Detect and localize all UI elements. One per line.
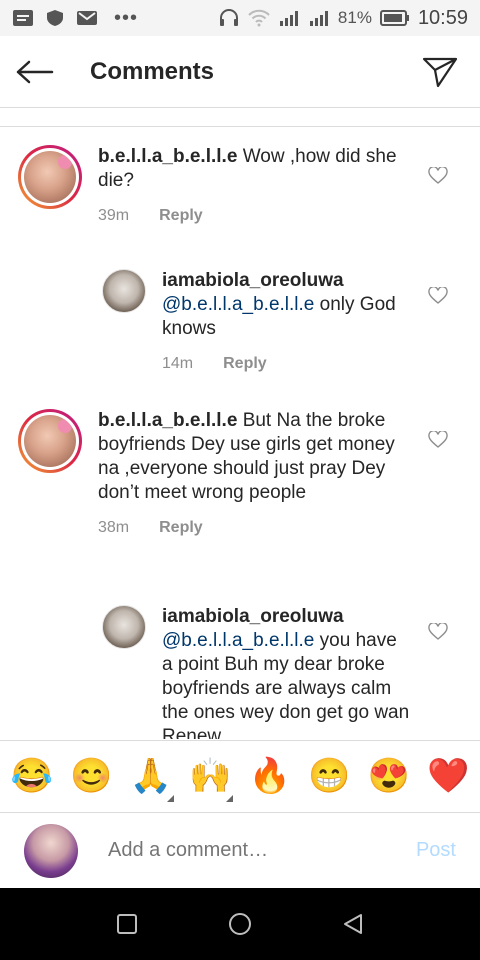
post-button[interactable]: Post: [416, 839, 456, 862]
comment-time: 39m: [98, 207, 130, 224]
signal-icon-1: [279, 11, 298, 26]
clock: 10:59: [417, 6, 468, 29]
app-header: Comments: [0, 36, 480, 108]
emoji-heart-eyes-button[interactable]: 😍: [364, 756, 414, 796]
comment-meta: 39m Reply: [98, 207, 398, 225]
back-arrow-icon: [16, 60, 54, 83]
home-button[interactable]: [220, 904, 260, 944]
comment-body: iamabiola_oreoluwa @b.e.l.l.a_b.e.l.l.e …: [162, 605, 412, 739]
system-nav-bar: [0, 888, 480, 960]
skin-tone-indicator: [226, 794, 234, 802]
comment-meta: 38m Reply: [98, 519, 403, 537]
battery-icon: [379, 10, 409, 26]
comment-username[interactable]: b.e.l.l.a_b.e.l.l.e: [98, 410, 237, 431]
comment-text: iamabiola_oreoluwa @b.e.l.l.a_b.e.l.l.e …: [162, 269, 412, 341]
more-notifications-icon: •••: [114, 6, 139, 29]
square-icon: [116, 914, 137, 934]
comment-composer: Post: [0, 812, 480, 888]
message-icon: [13, 10, 33, 26]
gmail-icon: [77, 11, 97, 25]
triangle-back-icon: [344, 914, 363, 934]
circle-icon: [228, 913, 251, 935]
back-button[interactable]: [0, 36, 70, 108]
wifi-icon: [248, 9, 270, 27]
comment-body: b.e.l.l.a_b.e.l.l.e But Na the broke boy…: [98, 409, 403, 537]
avatar[interactable]: [18, 409, 82, 473]
like-heart-icon[interactable]: [428, 287, 448, 305]
comment-body: b.e.l.l.a_b.e.l.l.e Wow ,how did she die…: [98, 145, 398, 225]
emoji-heart-button[interactable]: ❤️: [423, 756, 473, 796]
comment-mention[interactable]: @b.e.l.l.a_b.e.l.l.e: [162, 630, 314, 651]
emoji-pray-glyph: 🙏: [129, 756, 172, 795]
comment-username[interactable]: iamabiola_oreoluwa: [162, 270, 344, 291]
reply-button[interactable]: Reply: [223, 355, 267, 373]
emoji-raised-hands-glyph: 🙌: [189, 756, 232, 795]
comment-text: b.e.l.l.a_b.e.l.l.e But Na the broke boy…: [98, 409, 403, 505]
recents-button[interactable]: [107, 904, 147, 944]
page-title: Comments: [90, 57, 215, 85]
comment-input[interactable]: [108, 839, 398, 862]
like-heart-icon[interactable]: [428, 167, 448, 185]
emoji-grin-button[interactable]: 😁: [304, 756, 354, 796]
emoji-pray-button[interactable]: 🙏: [126, 756, 176, 802]
paper-plane-icon: [422, 57, 458, 88]
comment-text: b.e.l.l.a_b.e.l.l.e Wow ,how did she die…: [98, 145, 398, 193]
reply-comment-item: iamabiola_oreoluwa @b.e.l.l.a_b.e.l.l.e …: [102, 269, 432, 373]
battery-percentage: 81%: [337, 8, 372, 27]
comment-mention[interactable]: @b.e.l.l.a_b.e.l.l.e: [162, 294, 314, 315]
comment-username[interactable]: iamabiola_oreoluwa: [162, 606, 344, 627]
comment-meta: 14m Reply: [162, 355, 412, 373]
comment-item: b.e.l.l.a_b.e.l.l.e But Na the broke boy…: [18, 409, 438, 537]
comment-text: iamabiola_oreoluwa @b.e.l.l.a_b.e.l.l.e …: [162, 605, 412, 739]
share-button[interactable]: [418, 50, 462, 94]
reply-button[interactable]: Reply: [159, 207, 203, 225]
headphones-icon: [219, 9, 238, 26]
reply-comment-item: iamabiola_oreoluwa @b.e.l.l.a_b.e.l.l.e …: [102, 605, 432, 739]
status-bar: ••• 81% 10:59: [0, 0, 480, 36]
emoji-quick-bar: 😂 😊 🙏 🙌 🔥 😁 😍 ❤️: [0, 740, 480, 810]
comment-item: b.e.l.l.a_b.e.l.l.e Wow ,how did she die…: [18, 145, 438, 225]
comment-body: iamabiola_oreoluwa @b.e.l.l.a_b.e.l.l.e …: [162, 269, 412, 373]
emoji-fire-button[interactable]: 🔥: [245, 756, 295, 796]
reply-button[interactable]: Reply: [159, 519, 203, 537]
like-heart-icon[interactable]: [428, 431, 448, 449]
emoji-smile-button[interactable]: 😊: [66, 756, 116, 796]
avatar[interactable]: [102, 605, 146, 649]
system-back-button[interactable]: [333, 904, 373, 944]
comments-list[interactable]: b.e.l.l.a_b.e.l.l.e Wow ,how did she die…: [0, 127, 480, 739]
emoji-raised-hands-button[interactable]: 🙌: [185, 756, 235, 802]
emoji-joy-button[interactable]: 😂: [7, 756, 57, 796]
signal-icon-2: [309, 11, 328, 26]
skin-tone-indicator: [166, 794, 174, 802]
avatar[interactable]: [18, 145, 82, 209]
my-avatar: [24, 823, 78, 878]
avatar[interactable]: [102, 269, 146, 313]
comment-time: 14m: [162, 355, 194, 372]
shield-icon: [47, 10, 63, 26]
status-right-icons: 81% 10:59: [218, 7, 468, 30]
like-heart-icon[interactable]: [428, 623, 448, 641]
comment-time: 38m: [98, 519, 130, 536]
comment-username[interactable]: b.e.l.l.a_b.e.l.l.e: [98, 146, 237, 167]
status-left-icons: •••: [12, 7, 138, 30]
